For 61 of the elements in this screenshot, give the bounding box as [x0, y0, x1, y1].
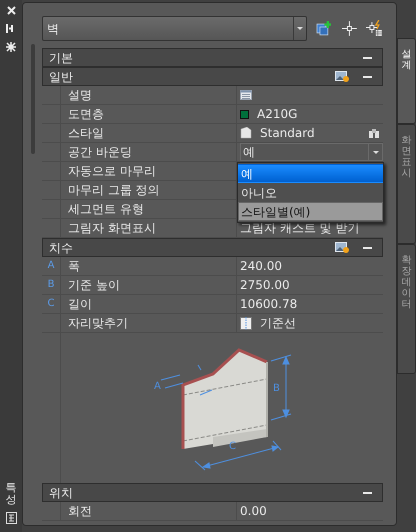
dimension-label: C — [229, 441, 236, 452]
property-label: 세그먼트 유형 — [68, 203, 144, 215]
palette-title-bar: 특성 — [0, 0, 22, 532]
style-name: Standard — [260, 127, 316, 139]
crosshair-icon[interactable] — [342, 21, 358, 36]
properties-icon[interactable] — [6, 512, 16, 524]
property-label: 공간 바운딩 — [68, 146, 132, 158]
justification-value: 기준선 — [260, 317, 296, 329]
add-selection-icon[interactable] — [316, 21, 332, 36]
document-icon — [240, 127, 252, 139]
dropdown-option[interactable]: 아니오 — [238, 183, 383, 202]
section-title: 치수 — [49, 242, 74, 254]
image-icon[interactable] — [335, 242, 349, 254]
side-tab[interactable]: 화면표시 — [397, 124, 416, 244]
dimension-line — [270, 354, 292, 420]
justify-icon — [240, 316, 252, 330]
property-value: 그림자 캐스트 및 받기 — [240, 222, 360, 234]
property-label: 회전 — [68, 505, 92, 517]
settings-icon[interactable] — [6, 42, 16, 52]
property-value: 10600.78 — [240, 298, 298, 310]
pin-icon[interactable] — [6, 24, 16, 33]
property-value: 2750.00 — [240, 279, 290, 291]
binoculars-icon[interactable] — [369, 128, 379, 138]
object-type-select[interactable]: 벽 — [42, 16, 307, 41]
property-label: 설명 — [68, 89, 92, 101]
dropdown-option[interactable]: 예 — [238, 164, 383, 183]
property-value: 0.00 — [240, 505, 267, 517]
dimension-label: A — [154, 381, 161, 392]
table-icon[interactable] — [240, 90, 252, 100]
property-label: 자동으로 마무리 — [68, 165, 156, 177]
section-header[interactable]: 위치 — [42, 483, 383, 502]
caret-icon — [296, 27, 303, 30]
dimension-label: B — [273, 383, 280, 394]
dropdown-field[interactable]: 예 — [240, 143, 383, 161]
section-header[interactable]: 치수 — [42, 238, 383, 257]
property-label: 기준 높이 — [68, 279, 120, 291]
section-header[interactable]: 기본 — [42, 48, 383, 67]
property-label: 폭 — [68, 260, 80, 272]
layer-name: A210G — [257, 108, 298, 120]
close-icon[interactable] — [6, 6, 16, 15]
property-label: 마무리 그룹 정의 — [68, 184, 160, 196]
section-title: 위치 — [49, 486, 74, 498]
section-title: 기본 — [49, 52, 74, 64]
property-label: 길이 — [68, 298, 92, 310]
dropdown-option[interactable]: 스타일별(예) — [238, 202, 383, 221]
caret-icon — [372, 150, 378, 154]
dimension-marker: B — [48, 280, 54, 290]
dimension-marker: A — [48, 261, 54, 271]
property-label: 그림자 화면표시 — [68, 222, 156, 234]
dimension-marker: C — [48, 299, 54, 309]
section-header[interactable]: 일반 — [42, 67, 383, 86]
quick-select-icon[interactable] — [366, 20, 383, 37]
side-tab[interactable]: 설계 — [397, 38, 416, 124]
property-label: 도면층 — [68, 108, 104, 120]
dimension-line — [160, 364, 212, 396]
side-tab[interactable]: 확장 데이터 — [397, 244, 416, 374]
property-label: 스타일 — [68, 127, 104, 139]
property-value: 240.00 — [240, 260, 282, 272]
property-label: 자리맞추기 — [68, 317, 128, 329]
section-title: 일반 — [49, 70, 74, 82]
image-icon[interactable] — [335, 70, 349, 82]
